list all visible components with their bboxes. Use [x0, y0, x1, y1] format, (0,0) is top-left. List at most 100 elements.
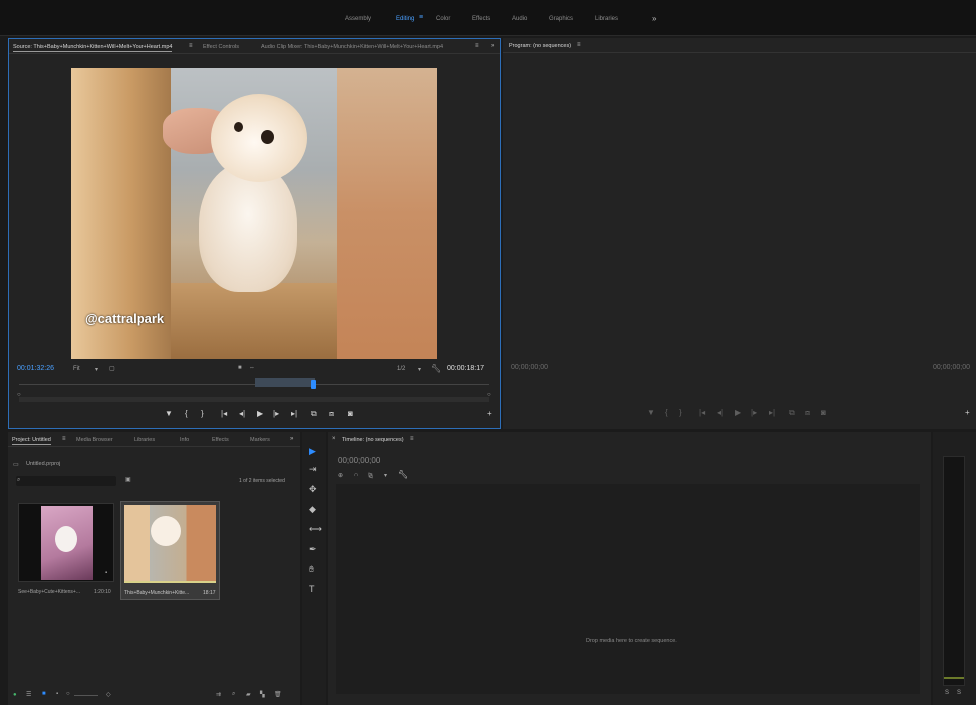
program-step-forward-icon[interactable]: |▸: [751, 408, 757, 417]
project-tab-overflow-icon[interactable]: »: [290, 436, 293, 442]
scroll-end-handle[interactable]: ○: [487, 392, 491, 398]
project-tab-menu-icon[interactable]: ≡: [62, 436, 66, 442]
project-clip-thumb[interactable]: ▪: [18, 503, 114, 582]
zoom-slider-handle[interactable]: ○: [66, 691, 70, 697]
source-zoom-scrollbar[interactable]: [19, 397, 489, 402]
selection-tool-icon[interactable]: ▶: [309, 446, 316, 457]
program-mark-out-icon[interactable]: }: [679, 408, 682, 417]
sort-icon[interactable]: ◇: [106, 691, 111, 698]
clear-icon[interactable]: 🗑︎: [274, 691, 282, 698]
marker-icon[interactable]: ■: [238, 365, 242, 371]
tab-effects[interactable]: Effects: [212, 437, 229, 443]
razor-tool-icon[interactable]: ◆: [309, 504, 316, 515]
find-icon[interactable]: ⌕: [232, 691, 235, 698]
source-in-out-range[interactable]: [255, 378, 315, 387]
linked-selection-icon[interactable]: ⧎: [368, 472, 373, 479]
new-bin-icon[interactable]: ▣: [125, 476, 131, 483]
new-item-icon[interactable]: ▚: [260, 691, 265, 698]
program-tab-menu-icon[interactable]: ≡: [577, 42, 581, 48]
workspace-libraries[interactable]: Libraries: [595, 16, 618, 22]
insert-icon[interactable]: ⧉: [311, 409, 317, 419]
add-marker-timeline-icon[interactable]: ▾: [384, 472, 387, 479]
solo-right-icon[interactable]: S: [957, 690, 961, 696]
resolution-dropdown-icon[interactable]: ▾: [418, 366, 421, 373]
ripple-edit-tool-icon[interactable]: ✥: [309, 484, 317, 495]
workspace-editing[interactable]: Editing: [396, 16, 414, 22]
workspace-assembly[interactable]: Assembly: [345, 16, 371, 22]
drag-video-icon[interactable]: ⇔: [249, 365, 255, 371]
go-to-in-icon[interactable]: |◂: [221, 409, 227, 418]
project-search-input[interactable]: [16, 476, 116, 486]
source-fit-select[interactable]: Fit: [73, 366, 80, 372]
source-time-ruler[interactable]: [19, 384, 489, 385]
source-tab-menu-icon-2[interactable]: ≡: [475, 43, 479, 49]
scroll-start-handle[interactable]: ○: [17, 392, 21, 398]
hand-tool-icon[interactable]: ✋︎: [309, 564, 314, 575]
nest-icon[interactable]: ⊕: [338, 472, 343, 479]
slip-tool-icon[interactable]: ⟷: [309, 524, 322, 535]
program-play-icon[interactable]: ▶: [735, 408, 741, 417]
source-tab-overflow-icon[interactable]: »: [491, 43, 494, 49]
automate-icon[interactable]: ⇉: [216, 691, 221, 698]
type-tool-icon[interactable]: T: [309, 584, 315, 594]
timeline-timecode[interactable]: 00;00;00;00: [338, 456, 380, 465]
new-bin-button-icon[interactable]: ▰: [246, 691, 251, 698]
program-current-timecode[interactable]: 00;00;00;00: [511, 364, 548, 371]
workspace-overflow-icon[interactable]: »: [652, 14, 656, 23]
snap-icon[interactable]: ∩: [354, 472, 358, 478]
lock-icon[interactable]: ●: [13, 692, 17, 698]
source-tab-menu-icon[interactable]: ≡: [189, 43, 193, 49]
program-add-marker-icon[interactable]: ▼: [647, 408, 655, 417]
program-export-frame-icon[interactable]: ◙: [821, 408, 826, 417]
overwrite-icon[interactable]: ⧈: [329, 409, 334, 419]
tab-markers[interactable]: Markers: [250, 437, 270, 443]
mark-out-icon[interactable]: }: [201, 409, 204, 418]
source-current-timecode[interactable]: 00:01:32:26: [17, 365, 54, 372]
step-forward-icon[interactable]: |▸: [273, 409, 279, 418]
program-button-editor-icon[interactable]: +: [965, 408, 970, 417]
source-playhead[interactable]: [311, 380, 316, 389]
step-back-icon[interactable]: ◂|: [239, 409, 245, 418]
fit-dropdown-icon[interactable]: ▾: [95, 366, 98, 373]
tab-project[interactable]: Project: Untitled: [12, 437, 51, 445]
tab-info[interactable]: Info: [180, 437, 189, 443]
mark-in-icon[interactable]: {: [185, 409, 188, 418]
tab-program[interactable]: Program: (no sequences): [509, 43, 571, 50]
tab-libraries[interactable]: Libraries: [134, 437, 155, 443]
track-select-tool-icon[interactable]: ⇥: [309, 464, 317, 475]
timeline-track-area[interactable]: Drop media here to create sequence.: [336, 484, 920, 694]
program-go-to-out-icon[interactable]: ▸|: [769, 408, 775, 417]
workspace-color[interactable]: Color: [436, 16, 450, 22]
timeline-tab-menu-icon[interactable]: ≡: [410, 436, 414, 442]
tab-timeline[interactable]: Timeline: (no sequences): [342, 437, 404, 444]
icon-view-icon[interactable]: ■: [42, 691, 46, 697]
zoom-slider[interactable]: [74, 695, 98, 696]
workspace-audio[interactable]: Audio: [512, 16, 527, 22]
program-extract-icon[interactable]: ⧈: [805, 408, 810, 418]
source-button-editor-icon[interactable]: +: [487, 409, 492, 418]
go-to-out-icon[interactable]: ▸|: [291, 409, 297, 418]
timeline-close-icon[interactable]: ×: [332, 436, 336, 442]
program-lift-icon[interactable]: ⧉: [789, 408, 795, 418]
tab-audio-clip-mixer[interactable]: Audio Clip Mixer: This+Baby+Munchkin+Kit…: [261, 44, 461, 50]
add-marker-icon[interactable]: ▼: [165, 409, 173, 418]
program-go-to-in-icon[interactable]: |◂: [699, 408, 705, 417]
export-frame-icon[interactable]: ◙: [348, 409, 353, 418]
project-clip-thumb-selected[interactable]: This+Baby+Munchkin+Kitte... 18:17: [120, 501, 220, 600]
source-resolution-select[interactable]: 1/2: [397, 366, 405, 372]
list-view-icon[interactable]: ☰: [26, 691, 31, 698]
tab-media-browser[interactable]: Media Browser: [76, 437, 113, 443]
tab-source[interactable]: Source: This+Baby+Munchkin+Kitten+Will+M…: [13, 44, 173, 52]
workspace-effects[interactable]: Effects: [472, 16, 490, 22]
program-step-back-icon[interactable]: ◂|: [717, 408, 723, 417]
wrench-icon[interactable]: 🔧︎: [431, 364, 441, 373]
play-icon[interactable]: ▶: [257, 409, 263, 418]
freeform-view-icon[interactable]: ▪: [56, 691, 58, 697]
pen-tool-icon[interactable]: ✒︎: [309, 544, 317, 555]
timeline-settings-icon[interactable]: 🔧︎: [398, 470, 408, 479]
solo-left-icon[interactable]: S: [945, 690, 949, 696]
settings-wrench-small-icon[interactable]: ▢: [109, 365, 115, 372]
workspace-graphics[interactable]: Graphics: [549, 16, 573, 22]
workspace-menu-icon[interactable]: ≡: [419, 14, 423, 21]
tab-effect-controls[interactable]: Effect Controls: [203, 44, 239, 50]
